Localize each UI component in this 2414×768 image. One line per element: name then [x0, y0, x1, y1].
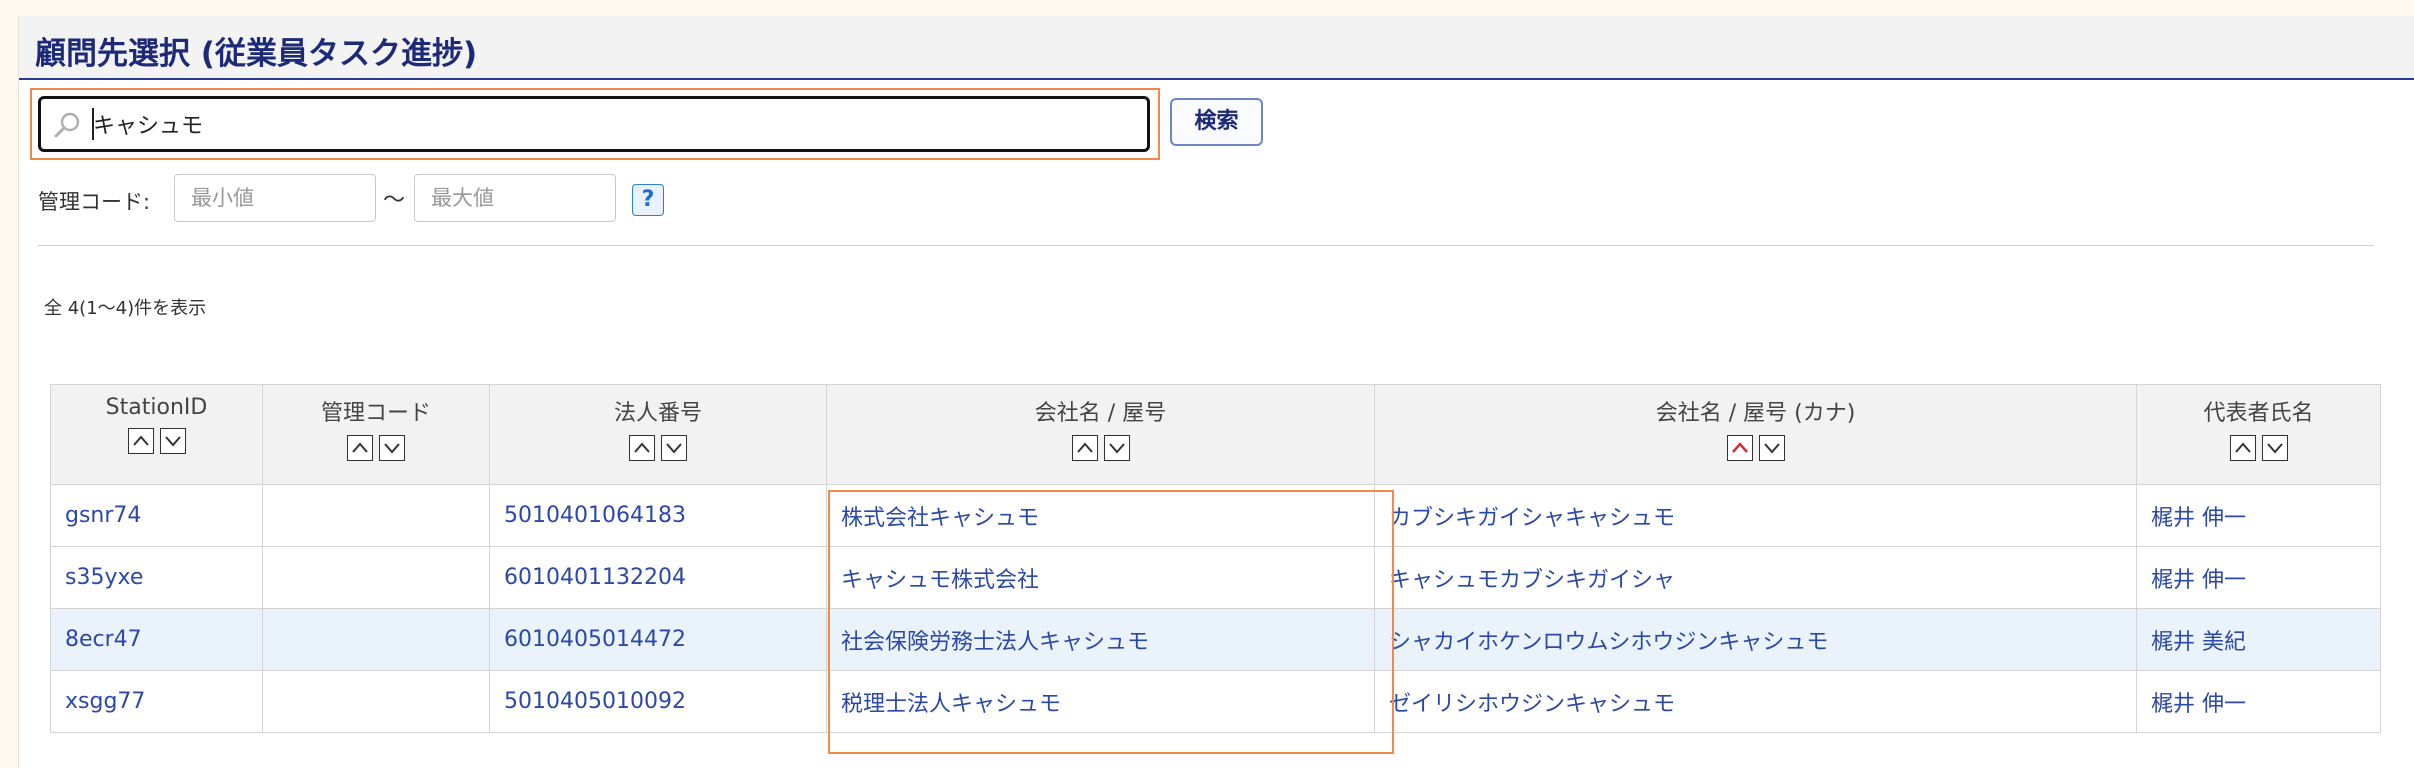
cell-kanri-code[interactable] [262, 484, 490, 547]
cell-station-id[interactable]: s35yxe [50, 546, 263, 609]
table-header-row: StationID 管理コード 法人番号 会社名 / 屋号 会社名 / 屋号 (… [50, 384, 2381, 485]
column-label: 法人番号 [613, 401, 702, 426]
cell-station-id[interactable]: xsgg77 [50, 670, 263, 733]
sort-desc-button[interactable] [379, 435, 405, 461]
text-caret [92, 108, 94, 140]
column-label: 代表者氏名 [2203, 401, 2314, 426]
result-count: 全 4(1〜4)件を表示 [44, 298, 207, 319]
cell-company[interactable]: キャシュモ株式会社 [826, 546, 1375, 609]
page-title: 顧問先選択 (従業員タスク進捗) [35, 36, 478, 72]
column-header-kanri-code: 管理コード [262, 384, 490, 485]
column-header-houjin-bangou: 法人番号 [489, 384, 827, 485]
sort-controls [828, 435, 1373, 463]
sort-asc-button-active[interactable] [1726, 435, 1753, 461]
cell-company-kana[interactable]: カブシキガイシャキャシュモ [1374, 484, 2137, 547]
search-field[interactable] [38, 96, 1150, 152]
sort-controls [264, 435, 488, 463]
table-row[interactable]: xsgg77 5010405010092 税理士法人キャシュモ ゼイリシホウジン… [50, 670, 2381, 733]
sort-desc-button[interactable] [1758, 435, 1785, 461]
column-header-station-id: StationID [50, 384, 263, 485]
cell-houjin-bangou[interactable]: 6010405014472 [489, 608, 827, 671]
sort-desc-button[interactable] [2261, 435, 2288, 461]
client-table: StationID 管理コード 法人番号 会社名 / 屋号 会社名 / 屋号 (… [50, 384, 2381, 733]
cell-representative[interactable]: 梶井 伸一 [2136, 484, 2381, 547]
sort-asc-button[interactable] [127, 428, 154, 454]
column-label: StationID [105, 395, 208, 420]
sort-asc-button[interactable] [629, 435, 655, 461]
cell-company[interactable]: 株式会社キャシュモ [826, 484, 1375, 547]
cell-company-kana[interactable]: ゼイリシホウジンキャシュモ [1374, 670, 2137, 733]
column-label: 管理コード [320, 401, 431, 426]
cell-representative[interactable]: 梶井 美紀 [2136, 608, 2381, 671]
kanri-code-label: 管理コード: [38, 190, 151, 214]
cell-station-id[interactable]: gsnr74 [50, 484, 263, 547]
sort-controls [2138, 435, 2379, 463]
range-separator: 〜 [383, 188, 406, 213]
cell-kanri-code[interactable] [262, 670, 490, 733]
sort-desc-button[interactable] [661, 435, 687, 461]
cell-houjin-bangou[interactable]: 5010405010092 [489, 670, 827, 733]
sort-asc-button[interactable] [347, 435, 373, 461]
cell-kanri-code[interactable] [262, 608, 490, 671]
column-header-company-kana: 会社名 / 屋号 (カナ) [1374, 384, 2137, 485]
sort-asc-button[interactable] [2229, 435, 2256, 461]
cell-company[interactable]: 社会保険労務士法人キャシュモ [826, 608, 1375, 671]
kanri-code-min-input[interactable]: 最小値 [174, 174, 376, 222]
sort-asc-button[interactable] [1071, 435, 1098, 461]
cell-kanri-code[interactable] [262, 546, 490, 609]
cell-company-kana[interactable]: キャシュモカブシキガイシャ [1374, 546, 2137, 609]
column-label: 会社名 / 屋号 (カナ) [1655, 401, 1856, 426]
cell-station-id[interactable]: 8ecr47 [50, 608, 263, 671]
sort-desc-button[interactable] [159, 428, 186, 454]
table-row[interactable]: gsnr74 5010401064183 株式会社キャシュモ カブシキガイシャキ… [50, 484, 2381, 547]
sort-controls [491, 435, 825, 463]
cell-houjin-bangou[interactable]: 6010401132204 [489, 546, 827, 609]
kanri-code-max-input[interactable]: 最大値 [414, 174, 616, 222]
cell-company-kana[interactable]: シャカイホケンロウムシホウジンキャシュモ [1374, 608, 2137, 671]
column-header-company: 会社名 / 屋号 [826, 384, 1375, 485]
cell-representative[interactable]: 梶井 伸一 [2136, 670, 2381, 733]
title-bar: 顧問先選択 (従業員タスク進捗) [19, 16, 2414, 80]
help-icon[interactable]: ? [632, 184, 664, 216]
sort-desc-button[interactable] [1103, 435, 1130, 461]
table-row[interactable]: s35yxe 6010401132204 キャシュモ株式会社 キャシュモカブシキ… [50, 546, 2381, 609]
cell-company[interactable]: 税理士法人キャシュモ [826, 670, 1375, 733]
table-row[interactable]: 8ecr47 6010405014472 社会保険労務士法人キャシュモ シャカイ… [50, 608, 2381, 671]
column-label: 会社名 / 屋号 [1034, 401, 1167, 426]
divider [38, 245, 2374, 246]
search-icon [51, 109, 83, 141]
sort-controls [1376, 435, 2135, 463]
cell-houjin-bangou[interactable]: 5010401064183 [489, 484, 827, 547]
search-input[interactable] [93, 105, 1133, 143]
column-header-representative: 代表者氏名 [2136, 384, 2381, 485]
sort-controls [52, 428, 261, 456]
search-button[interactable]: 検索 [1170, 98, 1263, 146]
cell-representative[interactable]: 梶井 伸一 [2136, 546, 2381, 609]
